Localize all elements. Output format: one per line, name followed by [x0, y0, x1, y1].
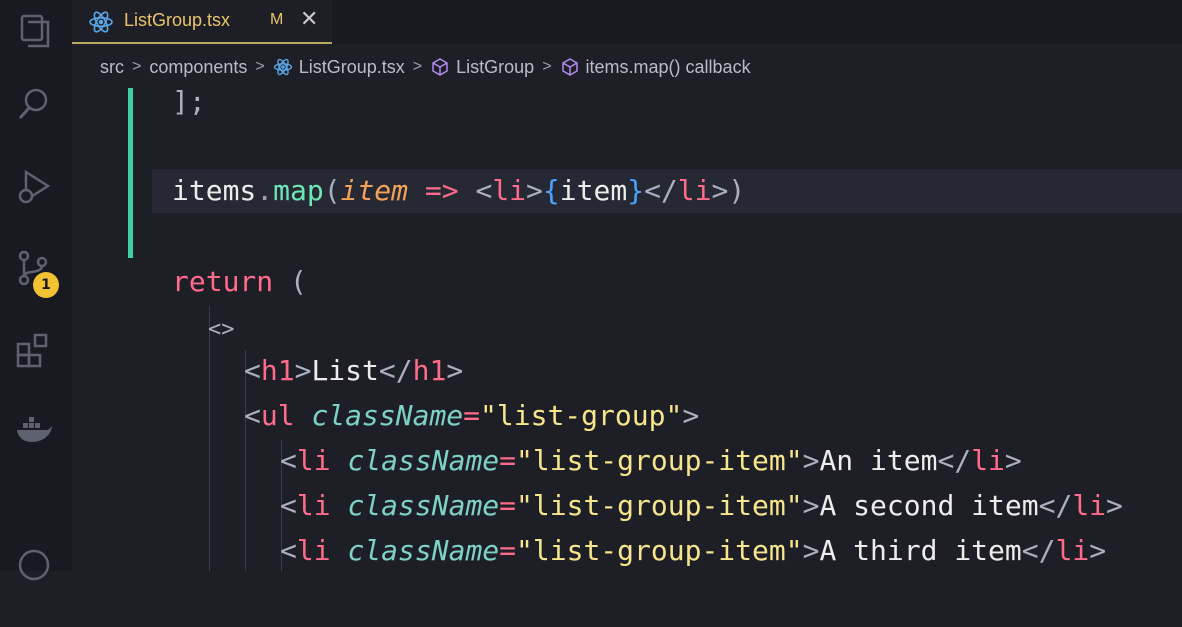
- code-line-ul: <ul className="list-group">: [244, 399, 700, 432]
- git-modified-gutter: [128, 88, 133, 258]
- account-icon[interactable]: [14, 545, 54, 585]
- code-line-li: <li className="list-group-item">An item<…: [280, 444, 1022, 477]
- breadcrumb-separator: >: [542, 58, 552, 75]
- code-line-h1: <h1>List</h1>: [244, 354, 464, 387]
- code-line-li: <li className="list-group-item">A third …: [280, 534, 1107, 567]
- breadcrumb-separator: >: [255, 58, 265, 75]
- run-debug-icon[interactable]: [14, 166, 54, 206]
- breadcrumb-component[interactable]: ListGroup: [456, 57, 534, 78]
- code-area[interactable]: ]; items.map(item => <li>{item}</li>) re…: [172, 0, 1123, 627]
- code-line-return: return (: [172, 265, 307, 298]
- code-line-fragment: <>: [208, 317, 235, 342]
- breadcrumb-src[interactable]: src: [100, 57, 124, 78]
- code-line-array-close: ];: [172, 85, 206, 118]
- breadcrumb-callback[interactable]: items.map() callback: [586, 57, 751, 78]
- react-icon: [273, 57, 293, 77]
- activity-bar: 1: [0, 0, 72, 581]
- component-cube-icon: [430, 57, 450, 77]
- modified-indicator: M: [270, 11, 284, 28]
- close-icon[interactable]: ✕: [300, 7, 318, 32]
- breadcrumb-file[interactable]: ListGroup.tsx: [299, 57, 405, 78]
- breadcrumb-separator: >: [412, 58, 423, 75]
- code-line-li: <li className="list-group-item">A second…: [280, 489, 1123, 522]
- source-control-badge: 1: [33, 272, 59, 298]
- extensions-icon[interactable]: [14, 330, 54, 370]
- search-icon[interactable]: [14, 84, 54, 124]
- editor: ListGroup.tsx M ✕ src > components > Lis…: [72, 0, 1182, 571]
- callback-cube-icon: [560, 57, 580, 77]
- breadcrumb-separator: >: [132, 58, 142, 75]
- docker-icon[interactable]: [14, 410, 54, 450]
- code-line-map: items.map(item => <li>{item}</li>): [172, 174, 746, 207]
- react-icon: [88, 9, 114, 35]
- explorer-icon[interactable]: [14, 10, 54, 50]
